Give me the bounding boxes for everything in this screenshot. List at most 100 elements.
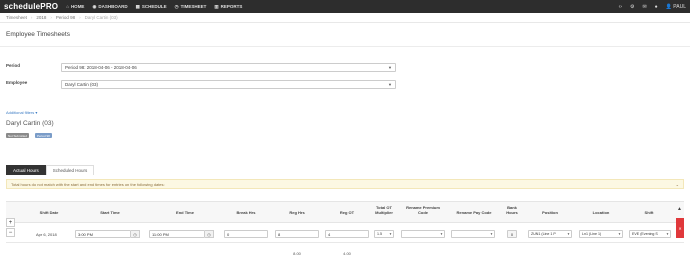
chevron-down-icon: ▼ — [388, 82, 392, 87]
warning-icon: ▲ — [677, 206, 682, 212]
breadcrumb-period[interactable]: Period 98 — [56, 15, 75, 20]
location-select[interactable]: Ln1 (Line 1) ▼ — [579, 230, 623, 238]
status-badge: Not Submitted — [6, 133, 30, 138]
employee-select[interactable]: Daryl Cartin (03) ▼ — [61, 80, 396, 89]
th-total-ot-multiplier: Total OT Multiplier — [375, 205, 393, 215]
th-rename-premium-code: Rename Premium Code — [406, 205, 440, 215]
chevron-down-icon: ▼ — [489, 232, 493, 236]
chevron-down-icon: ▼ — [388, 65, 392, 70]
additional-filters-link[interactable]: Additional filters ▾ — [6, 110, 37, 115]
th-position: Position — [542, 210, 558, 215]
nav-reports[interactable]: ▥ REPORTS — [214, 4, 242, 10]
hours-tabs: Actual Hours Scheduled Hours — [6, 165, 95, 175]
nav-dashboard[interactable]: ◉ DASHBOARD — [92, 4, 127, 10]
dashboard-icon: ◉ — [92, 3, 97, 9]
nav-schedule-label: SCHEDULE — [141, 4, 167, 9]
tab-actual-hours[interactable]: Actual Hours — [6, 165, 46, 175]
th-reg-ot: Reg OT — [339, 210, 355, 215]
tab-scheduled-hours[interactable]: Scheduled Hours — [45, 165, 95, 175]
mismatch-warning: Total hours do not match with the start … — [6, 179, 684, 189]
breadcrumb-employee: Daryl Cartin (03) — [84, 15, 118, 20]
table-header: Shift Date Start Time End Time Break Hrs… — [6, 201, 684, 223]
mail-icon[interactable]: ✉ — [642, 4, 646, 10]
user-icon: 👤 — [665, 3, 672, 10]
employee-label: Employee — [6, 80, 28, 85]
clock-icon[interactable]: ◷ — [205, 230, 214, 238]
chevron-down-icon: ▼ — [665, 232, 669, 236]
chevron-down-icon: ▼ — [439, 232, 443, 236]
delete-row-button[interactable]: ✕ — [676, 218, 684, 238]
end-time-input[interactable]: 11:00 PM — [149, 230, 205, 238]
notification-icon[interactable]: ● — [655, 4, 658, 10]
nav-home[interactable]: ⌂ HOME — [66, 4, 84, 9]
th-break-hrs: Break Hrs — [236, 210, 256, 215]
breadcrumb: Timesheet › 2018 › Period 98 › Daryl Car… — [0, 13, 690, 23]
clock-icon: ◷ — [174, 3, 179, 9]
premium-code-select[interactable]: ▼ — [401, 230, 445, 238]
employee-select-value: Daryl Cartin (03) — [65, 82, 99, 87]
top-navbar: schedulePRO ⌂ HOME ◉ DASHBOARD ▦ SCHEDULE ◷… — [0, 0, 690, 13]
multiplier-value: 1.5 — [377, 232, 382, 236]
period-badge: Period 98 — [35, 133, 52, 138]
th-rename-pay-code: Rename Pay Code — [456, 210, 492, 215]
shift-date-cell: Apr 6, 2018 — [36, 232, 57, 237]
location-value: Ln1 (Line 1) — [582, 232, 602, 236]
calendar-icon: ▦ — [135, 3, 140, 9]
period-label: Period — [6, 63, 21, 68]
divider — [0, 46, 690, 47]
nav-home-label: HOME — [70, 4, 85, 9]
shift-select[interactable]: EVE (Evening S ▼ — [629, 230, 671, 238]
breadcrumb-separator: › — [50, 15, 52, 20]
th-reg-hrs: Reg Hrs — [289, 210, 305, 215]
nav-right: ‹› ⚙ ✉ ● 👤 PAUL — [619, 4, 686, 10]
nav-timesheet[interactable]: ◷ TIMESHEET — [175, 4, 207, 10]
total-reg-hrs: 8.00 — [293, 251, 301, 256]
th-start-time: Start Time — [100, 210, 120, 215]
nav-timesheet-label: TIMESHEET — [180, 4, 207, 9]
settings-icon[interactable]: ⚙ — [630, 4, 634, 10]
bank-hours-button[interactable]: 0 — [507, 230, 517, 238]
nav-reports-label: REPORTS — [220, 4, 243, 9]
breadcrumb-timesheet[interactable]: Timesheet — [6, 15, 27, 20]
app-logo[interactable]: schedulePRO — [4, 2, 58, 11]
period-select-value: Period 98: 2018-04-06 - 2018-04-06 — [65, 65, 137, 70]
nav-dashboard-label: DASHBOARD — [98, 4, 128, 9]
user-menu[interactable]: 👤 PAUL — [666, 4, 686, 10]
bar-chart-icon: ▥ — [214, 3, 219, 9]
position-select[interactable]: ZUN1 (Line 1 P ▼ — [528, 230, 572, 238]
warning-text: Total hours do not match with the start … — [11, 181, 165, 187]
th-location: Location — [592, 210, 610, 215]
pay-code-select[interactable]: ▼ — [451, 230, 495, 238]
shift-value: EVE (Evening S — [632, 232, 658, 236]
chevron-down-icon[interactable]: ⌄ — [676, 182, 679, 187]
close-icon: ✕ — [678, 225, 682, 231]
employee-heading: Daryl Cartin (03) — [6, 120, 54, 127]
breadcrumb-separator: › — [79, 15, 81, 20]
nav-schedule[interactable]: ▦ SCHEDULE — [136, 4, 167, 10]
chevron-down-icon: ▼ — [388, 232, 392, 236]
period-select[interactable]: Period 98: 2018-04-06 - 2018-04-06 ▼ — [61, 63, 396, 72]
timesheet-table: Shift Date Start Time End Time Break Hrs… — [6, 201, 684, 257]
th-shift: Shift — [644, 210, 654, 215]
breadcrumb-year[interactable]: 2018 — [36, 15, 46, 20]
ot-multiplier-select[interactable]: 1.5 ▼ — [374, 230, 394, 238]
chevron-down-icon: ▼ — [566, 232, 570, 236]
home-icon: ⌂ — [66, 4, 69, 9]
total-reg-ot: 4.00 — [343, 251, 351, 256]
th-end-time: End Time — [176, 210, 194, 215]
th-shift-date: Shift Date — [39, 210, 59, 215]
reg-ot-input[interactable]: 4 — [325, 230, 369, 238]
chevron-down-icon: ▼ — [617, 232, 621, 236]
user-name: PAUL — [673, 3, 686, 10]
table-row: Apr 6, 2018 3:00 PM ◷ 11:00 PM ◷ 0 8 4 1… — [6, 223, 684, 243]
page-title: Employee Timesheets — [6, 31, 70, 38]
break-hrs-input[interactable]: 0 — [224, 230, 268, 238]
breadcrumb-separator: › — [30, 15, 33, 20]
code-icon[interactable]: ‹› — [619, 4, 622, 10]
reg-hrs-input[interactable]: 8 — [275, 230, 319, 238]
start-time-input[interactable]: 3:00 PM — [75, 230, 131, 238]
position-value: ZUN1 (Line 1 P — [531, 232, 556, 236]
th-bank-hours: Bank Hours — [506, 205, 518, 215]
clock-icon[interactable]: ◷ — [131, 230, 140, 238]
main-content: Employee Timesheets Period Period 98: 20… — [0, 23, 690, 256]
